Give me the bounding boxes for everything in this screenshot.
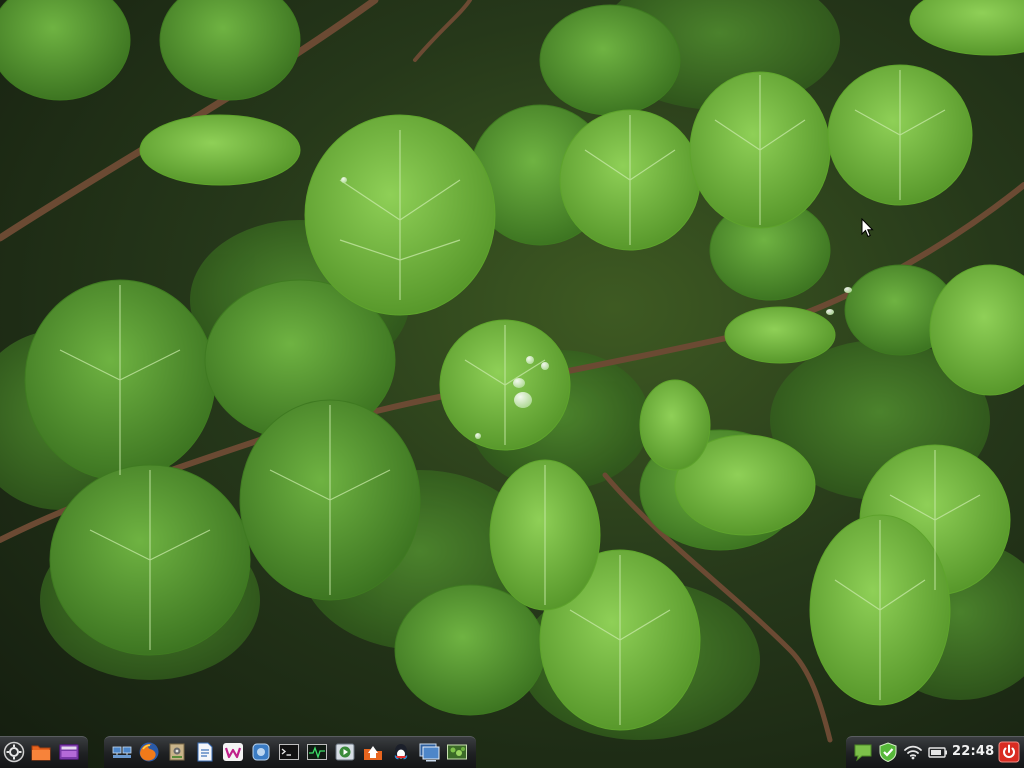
security-check-icon[interactable] bbox=[877, 741, 899, 763]
clock-time[interactable]: 22:48 bbox=[952, 744, 994, 759]
battery-icon[interactable] bbox=[927, 741, 949, 763]
desktop[interactable]: 22:48 bbox=[0, 0, 1024, 768]
document-writer-icon[interactable] bbox=[194, 741, 216, 763]
app-menu-icon[interactable] bbox=[3, 741, 25, 763]
firefox-icon[interactable] bbox=[138, 741, 160, 763]
system-settings-icon[interactable] bbox=[166, 741, 188, 763]
network-places-icon[interactable] bbox=[111, 741, 133, 763]
chat-bubble-icon[interactable] bbox=[852, 741, 874, 763]
video-player-icon[interactable] bbox=[334, 741, 356, 763]
file-manager-icon[interactable] bbox=[30, 741, 52, 763]
system-monitor-icon[interactable] bbox=[306, 741, 328, 763]
wallpaper-image bbox=[0, 0, 1024, 743]
wps-office-icon[interactable] bbox=[222, 741, 244, 763]
wifi-icon[interactable] bbox=[902, 741, 924, 763]
power-icon[interactable] bbox=[998, 741, 1020, 763]
terminal-icon[interactable] bbox=[278, 741, 300, 763]
display-settings-icon[interactable] bbox=[418, 741, 440, 763]
wallpaper-viewer-icon[interactable] bbox=[446, 741, 468, 763]
media-player-icon[interactable] bbox=[58, 741, 80, 763]
mouse-pointer-icon bbox=[861, 218, 874, 238]
taskbar: 22:48 bbox=[0, 736, 1024, 768]
qq-chat-icon[interactable] bbox=[390, 741, 412, 763]
software-center-icon[interactable] bbox=[250, 741, 272, 763]
home-folder-icon[interactable] bbox=[362, 741, 384, 763]
